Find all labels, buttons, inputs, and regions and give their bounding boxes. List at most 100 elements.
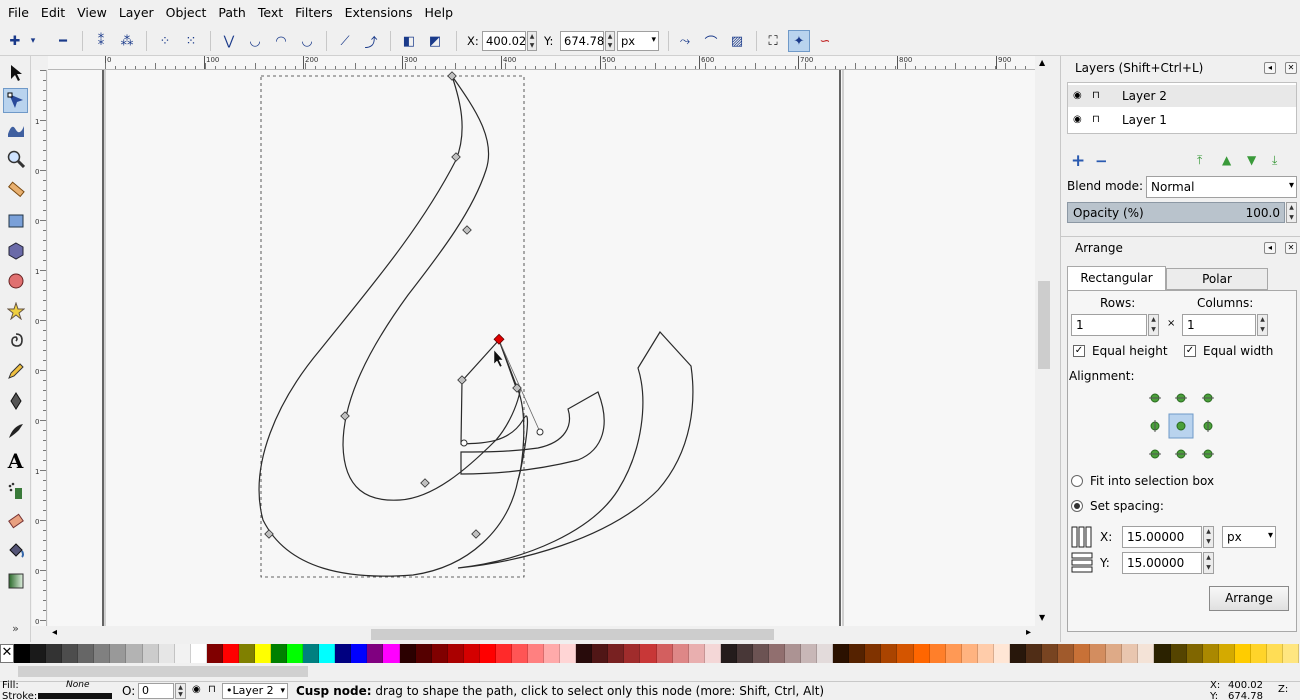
color-swatch[interactable]	[303, 644, 320, 663]
color-swatch[interactable]	[961, 644, 978, 663]
color-swatch[interactable]	[399, 644, 416, 663]
menu-extensions[interactable]: Extensions	[339, 0, 419, 26]
color-swatch[interactable]	[929, 644, 946, 663]
remove-layer-icon[interactable]: −	[1095, 152, 1108, 170]
color-swatch[interactable]	[833, 644, 850, 663]
color-swatch[interactable]	[544, 644, 561, 663]
scroll-down-icon[interactable]: ▼	[1039, 613, 1045, 622]
color-swatch[interactable]	[897, 644, 914, 663]
color-swatch[interactable]	[640, 644, 657, 663]
opacity-spin[interactable]: ▲ ▼	[1286, 202, 1297, 223]
show-handles-icon[interactable]: ✦	[788, 30, 810, 52]
segment-line-icon[interactable]: ⟋	[334, 30, 356, 52]
color-swatch[interactable]	[463, 644, 480, 663]
color-swatch[interactable]	[592, 644, 609, 663]
layer-visibility-icon[interactable]: ◉	[192, 684, 201, 695]
color-swatch[interactable]	[945, 644, 962, 663]
cusp-node-icon[interactable]: ⋁	[218, 30, 240, 52]
clip-path-icon[interactable]: ⌒	[700, 30, 722, 52]
lock-icon[interactable]: ⊓	[1092, 85, 1100, 107]
color-swatch[interactable]	[222, 644, 239, 663]
opacity-slider[interactable]: Opacity (%) 100.0	[1067, 202, 1285, 223]
color-swatch[interactable]	[511, 644, 528, 663]
color-swatch[interactable]	[287, 644, 304, 663]
color-swatch[interactable]	[849, 644, 866, 663]
insert-node-icon[interactable]: ✚	[4, 30, 26, 52]
menu-help[interactable]: Help	[419, 0, 460, 26]
color-swatch[interactable]	[977, 644, 994, 663]
palette-scrollbar[interactable]	[0, 663, 1300, 680]
arrange-button[interactable]: Arrange	[1209, 586, 1289, 611]
y-coordinate-input[interactable]: 674.782	[560, 31, 612, 51]
menu-edit[interactable]: Edit	[35, 0, 71, 26]
stroke-swatch[interactable]	[38, 693, 112, 699]
scroll-up-icon[interactable]: ▲	[1039, 58, 1045, 67]
color-swatch[interactable]	[271, 644, 288, 663]
set-spacing-radio[interactable]	[1071, 500, 1083, 512]
selector-tool-icon[interactable]	[3, 60, 28, 85]
eye-icon[interactable]: ◉	[1073, 109, 1082, 131]
unit-select[interactable]: px ▾	[617, 31, 659, 51]
color-swatch[interactable]	[206, 644, 223, 663]
blend-mode-select[interactable]: Normal ▾	[1146, 176, 1297, 198]
color-swatch[interactable]	[528, 644, 545, 663]
equal-height-checkbox[interactable]: ✓	[1073, 345, 1085, 357]
color-swatch[interactable]	[1090, 644, 1107, 663]
layer-row-layer-2[interactable]: ◉ ⊓ Layer 2	[1068, 85, 1296, 107]
rows-spin[interactable]: ▲ ▼	[1148, 314, 1159, 336]
eye-icon[interactable]: ◉	[1073, 85, 1082, 107]
calligraphy-tool-icon[interactable]	[3, 418, 28, 443]
object-to-path-icon[interactable]: ◧	[398, 30, 420, 52]
zoom-tool-icon[interactable]	[3, 146, 28, 171]
color-swatch[interactable]	[1234, 644, 1251, 663]
3d-box-tool-icon[interactable]	[3, 238, 28, 263]
spacing-y-input[interactable]: 15.00000	[1122, 552, 1202, 574]
x-coordinate-input[interactable]: 400.020	[482, 31, 534, 51]
color-swatch[interactable]	[190, 644, 207, 663]
next-path-effect-icon[interactable]: ⤳	[674, 30, 696, 52]
text-tool-icon[interactable]: A	[3, 448, 28, 473]
delete-node-icon[interactable]: ━	[52, 30, 74, 52]
color-swatch[interactable]	[913, 644, 930, 663]
vertical-scroll-thumb[interactable]	[1038, 281, 1050, 369]
color-swatch[interactable]	[431, 644, 448, 663]
horizontal-scroll-thumb[interactable]	[371, 629, 774, 640]
tweak-tool-icon[interactable]	[3, 116, 28, 141]
color-swatch[interactable]	[158, 644, 175, 663]
x-spin[interactable]: ▲ ▼	[527, 31, 537, 51]
current-layer-select[interactable]: •Layer 2 ▾	[222, 683, 288, 699]
color-swatch[interactable]	[254, 644, 271, 663]
rectangle-tool-icon[interactable]	[3, 208, 28, 233]
scroll-left-icon[interactable]: ◂	[52, 627, 57, 638]
symmetric-node-icon[interactable]: ◠	[270, 30, 292, 52]
color-swatch[interactable]	[383, 644, 400, 663]
color-swatch[interactable]	[110, 644, 127, 663]
color-swatch[interactable]	[1009, 644, 1026, 663]
color-swatch[interactable]	[1282, 644, 1299, 663]
color-swatch[interactable]	[817, 644, 834, 663]
color-swatch[interactable]	[78, 644, 95, 663]
path-outline-icon[interactable]: ∽	[814, 30, 836, 52]
join-segment-icon[interactable]: ⁘	[154, 30, 176, 52]
panel-close-icon[interactable]: ✕	[1285, 62, 1297, 74]
color-swatch[interactable]	[1138, 644, 1155, 663]
ellipse-tool-icon[interactable]	[3, 268, 28, 293]
color-swatch[interactable]	[126, 644, 143, 663]
color-swatch[interactable]	[624, 644, 641, 663]
color-swatch[interactable]	[752, 644, 769, 663]
panel-iconify-icon[interactable]: ◂	[1264, 242, 1276, 254]
color-swatch[interactable]	[415, 644, 432, 663]
color-swatch[interactable]	[335, 644, 352, 663]
color-swatch[interactable]	[1250, 644, 1267, 663]
color-swatch[interactable]	[1058, 644, 1075, 663]
color-swatch[interactable]	[1202, 644, 1219, 663]
spray-tool-icon[interactable]	[3, 478, 28, 503]
spacing-x-input[interactable]: 15.00000	[1122, 526, 1202, 548]
pen-tool-icon[interactable]	[3, 388, 28, 413]
color-swatch[interactable]	[1170, 644, 1187, 663]
columns-spin[interactable]: ▲ ▼	[1257, 314, 1268, 336]
layer-lock-icon[interactable]: ⊓	[208, 684, 216, 695]
color-swatch[interactable]	[720, 644, 737, 663]
color-swatch[interactable]	[801, 644, 818, 663]
horizontal-scrollbar[interactable]: ◂ ▸	[48, 626, 1035, 642]
